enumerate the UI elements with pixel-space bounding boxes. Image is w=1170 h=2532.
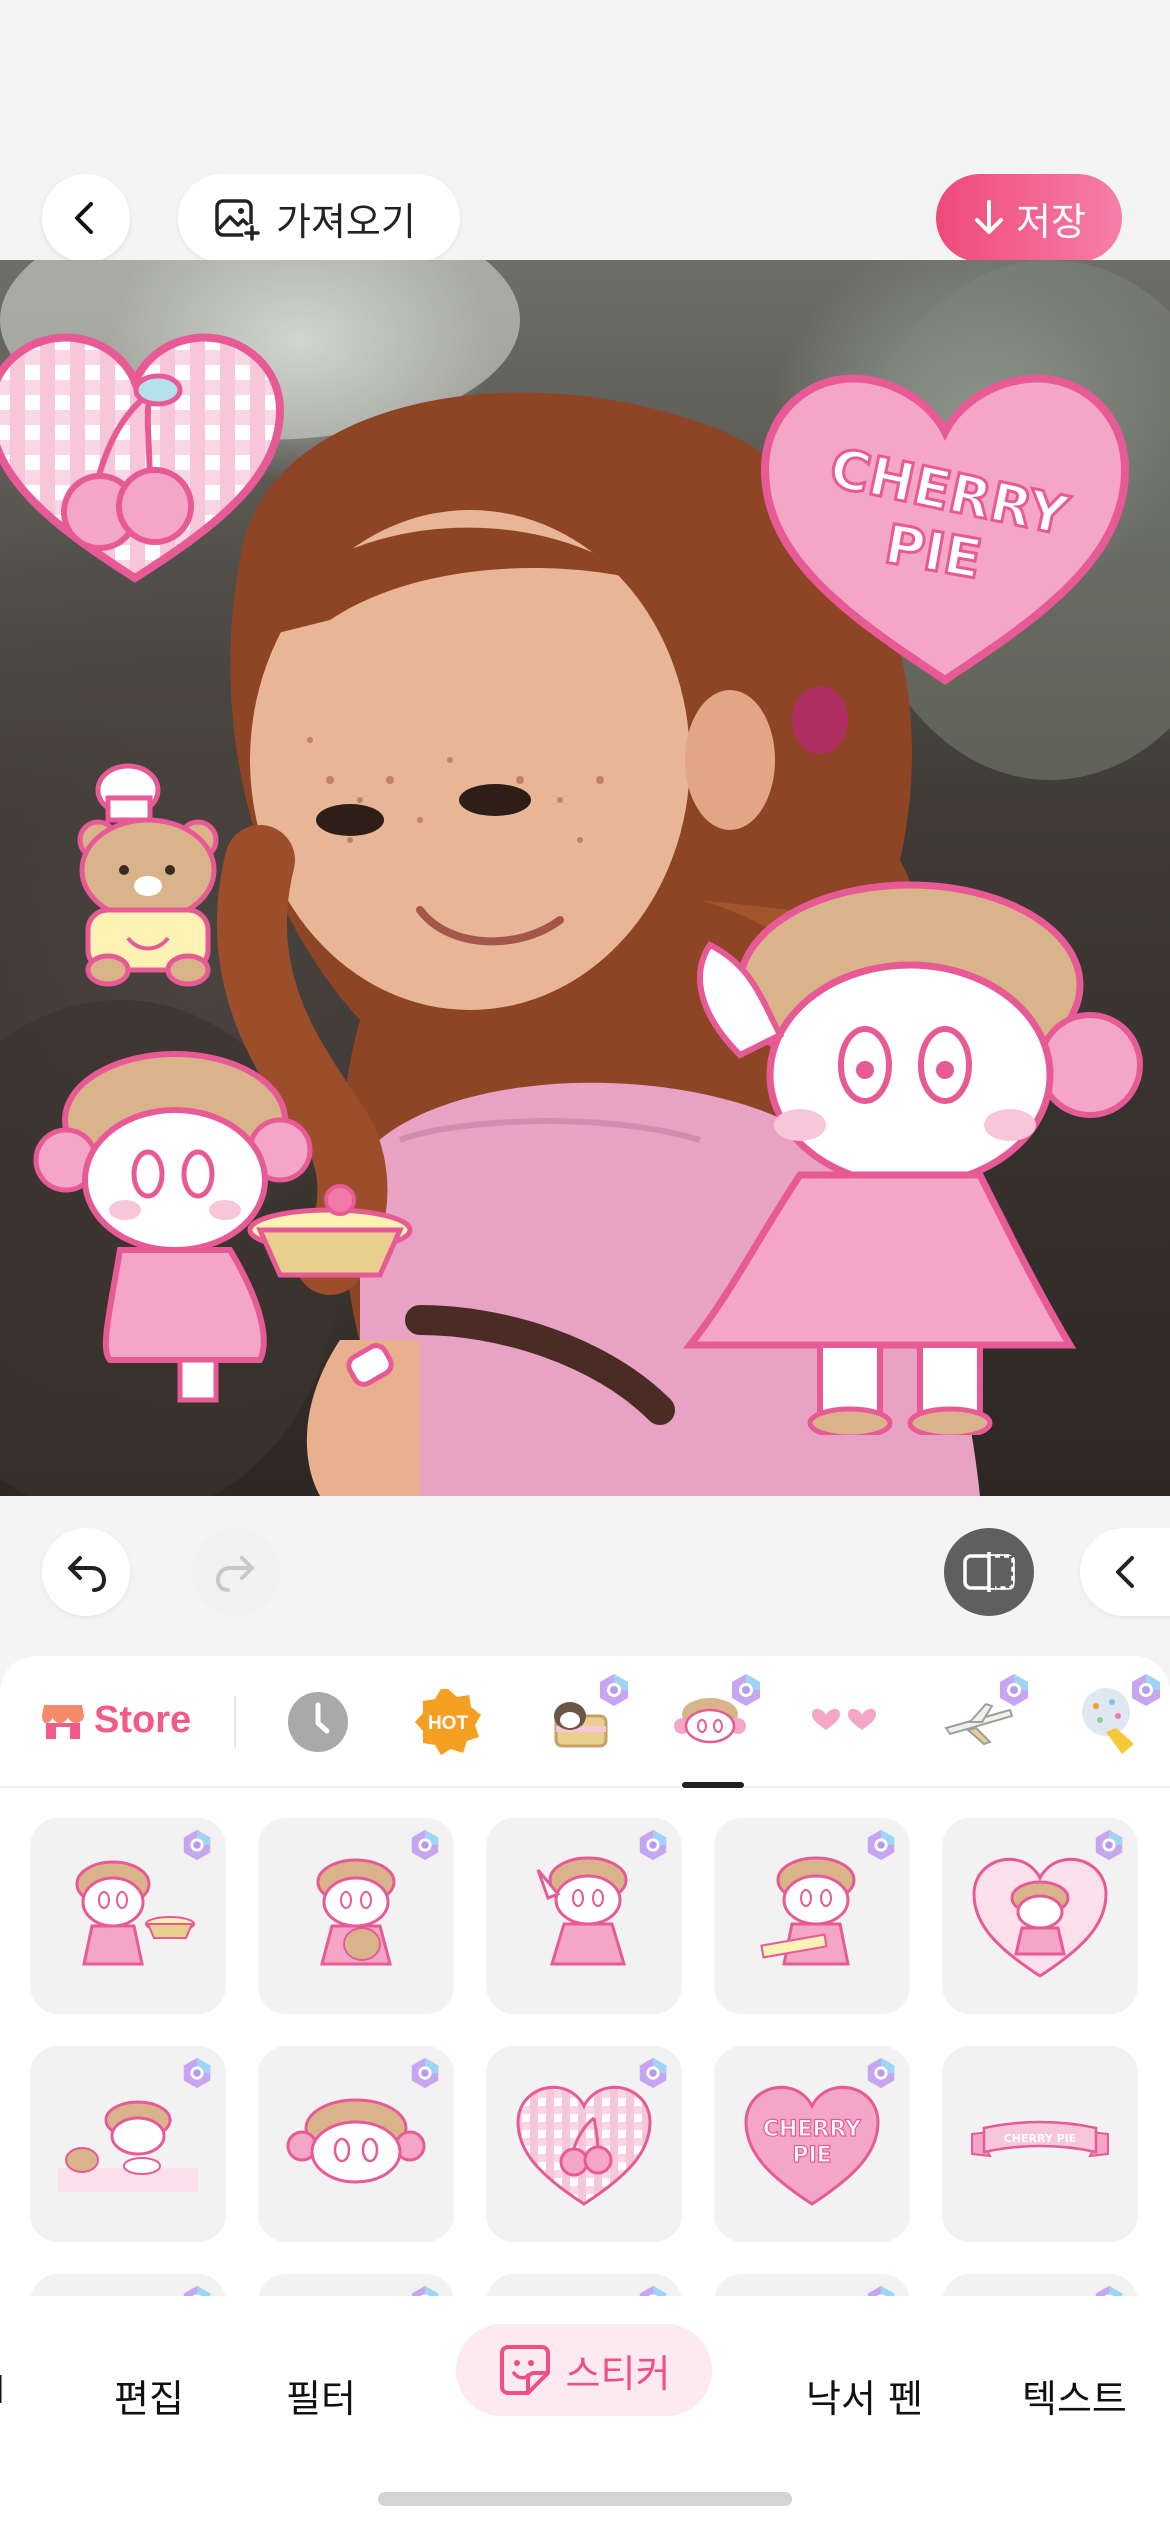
category-icecream-pack[interactable] — [1072, 1674, 1160, 1760]
photo-canvas[interactable]: CHERRY PIE — [0, 260, 1170, 1496]
sticker-cherry-heart[interactable] — [0, 320, 290, 590]
premium-badge-icon — [183, 1829, 211, 1861]
sticker-girl-in-heart-tile[interactable] — [942, 1818, 1138, 2014]
undo-icon — [68, 1556, 107, 1592]
premium-badge-icon — [867, 2285, 895, 2296]
sticker-girl-face-tile[interactable] — [258, 2046, 454, 2242]
collapse-panel-button[interactable] — [1080, 1528, 1170, 1616]
sticker-girl-with-tray-tile[interactable] — [714, 1818, 910, 2014]
image-add-icon — [215, 199, 261, 242]
cherry-pie-heart-thumbnail: CHERRY PIE — [744, 2085, 880, 2206]
category-hearts-pack[interactable] — [806, 1684, 882, 1760]
premium-badge-icon — [1132, 1674, 1160, 1706]
sticker-tile-partial[interactable] — [486, 2274, 682, 2296]
girl-face-thumbnail — [286, 2098, 426, 2184]
thumb-pie-label: PIE — [792, 2143, 831, 2168]
girl-holding-pie-thumbnail — [75, 1860, 195, 1966]
selected-category-indicator — [682, 1782, 744, 1788]
category-airplane-pack[interactable] — [940, 1674, 1028, 1760]
bottom-tool-nav: I 편집 필터 스티커 낙서 펜 텍스트 — [0, 2296, 1170, 2532]
sticker-girl-holding-bear-tile[interactable] — [258, 1818, 454, 2014]
category-hot[interactable]: HOT — [410, 1684, 486, 1760]
category-divider — [234, 1696, 236, 1748]
nav-item-text[interactable]: 텍스트 — [1022, 2368, 1127, 2423]
redo-icon — [215, 1556, 254, 1592]
girl-with-tray-thumbnail — [760, 1856, 856, 1966]
sticker-girl-waving[interactable] — [650, 875, 1170, 1435]
sticker-panel: Store HOT CHERRY PIE CHERRY PIE — [0, 1656, 1170, 2296]
sticker-tile-partial[interactable] — [714, 2274, 910, 2296]
sticker-store-tab[interactable]: Store — [40, 1690, 191, 1750]
premium-badge-icon — [1000, 1674, 1028, 1706]
nav-item-edit[interactable]: 편집 — [114, 2368, 184, 2423]
category-recent[interactable] — [280, 1684, 356, 1760]
premium-badge-icon — [1095, 1829, 1123, 1861]
import-photo-button[interactable]: 가져오기 — [178, 174, 460, 262]
store-icon — [42, 1705, 84, 1739]
compare-button[interactable] — [944, 1528, 1034, 1616]
nav-sticker-label: 스티커 — [565, 2351, 671, 2396]
hot-badge-icon: HOT — [415, 1689, 481, 1755]
hot-label: HOT — [428, 1713, 469, 1734]
save-label: 저장 — [1016, 199, 1086, 244]
sticker-girl-holding-pie-tile[interactable] — [30, 1818, 226, 2014]
premium-badge-icon — [411, 1829, 439, 1861]
thumb-ribbon-label: CHERRY PIE — [1004, 2132, 1077, 2145]
girl-baking-scene-thumbnail — [58, 2100, 198, 2192]
import-label: 가져오기 — [276, 199, 416, 244]
sticker-cherry-pie-heart[interactable]: CHERRY PIE — [755, 360, 1135, 690]
nav-item-partial[interactable]: I — [0, 2368, 5, 2412]
premium-badge-icon — [639, 2057, 667, 2089]
nav-item-doodle-pen[interactable]: 낙서 펜 — [806, 2368, 923, 2423]
premium-badge-icon — [183, 2057, 211, 2089]
premium-badge-icon — [411, 2057, 439, 2089]
girl-holding-bear-thumbnail — [316, 1858, 396, 1966]
girl-in-heart-thumbnail — [972, 1857, 1108, 1978]
premium-badge-icon — [639, 1829, 667, 1861]
undo-button[interactable] — [42, 1528, 130, 1616]
save-button[interactable]: 저장 — [936, 174, 1122, 262]
sticker-cherry-heart-tile[interactable] — [486, 2046, 682, 2242]
sticker-cherry-pie-heart-tile[interactable]: CHERRY PIE — [714, 2046, 910, 2242]
hearts-icon — [812, 1708, 876, 1730]
back-button[interactable] — [42, 174, 130, 262]
download-arrow-icon — [975, 200, 1004, 234]
sticker-cherry-pie-ribbon-tile[interactable]: CHERRY PIE — [942, 2046, 1138, 2242]
premium-badge-icon — [867, 2057, 895, 2089]
sticker-tile-partial[interactable] — [942, 2274, 1138, 2296]
sticker-bear-chef[interactable] — [58, 760, 248, 990]
sticker-girl-baking-scene-tile[interactable] — [30, 2046, 226, 2242]
sticker-tile-partial[interactable] — [30, 2274, 226, 2296]
redo-button[interactable] — [192, 1528, 280, 1616]
cherry-pie-ribbon-thumbnail: CHERRY PIE — [971, 2120, 1109, 2158]
category-cherry-girl-pack[interactable] — [672, 1674, 760, 1760]
premium-badge-icon — [1095, 2285, 1123, 2296]
sticker-girl-holding-pie[interactable] — [30, 1050, 420, 1410]
premium-badge-icon — [732, 1674, 760, 1706]
premium-badge-icon — [639, 2285, 667, 2296]
chevron-left-icon — [75, 202, 93, 234]
category-cat-cake-pack[interactable] — [540, 1674, 628, 1760]
compare-icon — [963, 1552, 1015, 1592]
nav-item-filter[interactable]: 필터 — [286, 2368, 356, 2423]
clock-icon — [288, 1692, 348, 1752]
sticker-icon — [499, 2345, 550, 2395]
chevron-left-icon — [1116, 1556, 1134, 1588]
store-label: Store — [94, 1698, 192, 1741]
top-bar: 가져오기 저장 — [0, 0, 1170, 262]
sticker-tile-partial[interactable] — [258, 2274, 454, 2296]
home-indicator — [378, 2492, 792, 2506]
girl-waving-thumbnail — [536, 1856, 628, 1966]
premium-badge-icon — [183, 2285, 211, 2296]
sticker-category-bar: Store HOT — [0, 1656, 1170, 1788]
premium-badge-icon — [600, 1674, 628, 1706]
nav-item-sticker[interactable]: 스티커 — [456, 2324, 712, 2416]
cherry-heart-thumbnail — [516, 2085, 652, 2206]
thumb-cherry-label: CHERRY — [763, 2117, 862, 2142]
premium-badge-icon — [411, 2285, 439, 2296]
premium-badge-icon — [867, 1829, 895, 1861]
sticker-girl-waving-tile[interactable] — [486, 1818, 682, 2014]
